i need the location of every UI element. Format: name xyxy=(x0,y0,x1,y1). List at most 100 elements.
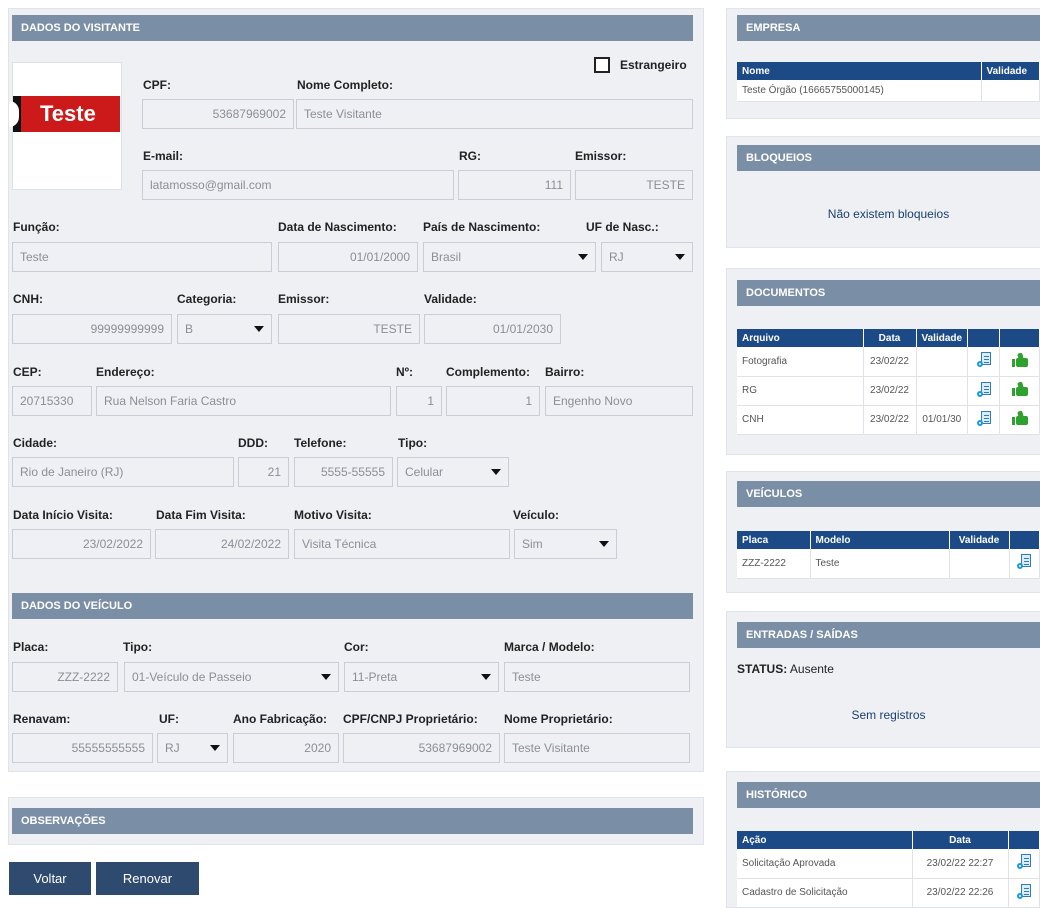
thumbs-up-icon[interactable] xyxy=(1011,410,1028,425)
estrangeiro-checkbox[interactable] xyxy=(594,57,610,73)
view-document-icon[interactable] xyxy=(1017,554,1032,570)
doc-approve-cell xyxy=(999,405,1040,435)
uf-nasc-select[interactable]: RJ xyxy=(601,242,693,272)
veiculo-uf-label: UF: xyxy=(159,712,179,726)
uf-nasc-label: UF de Nasc.: xyxy=(586,220,659,234)
historico-table: Ação Data Solicitação Aprovada 23/02/22 … xyxy=(737,831,1040,908)
view-document-icon[interactable] xyxy=(976,381,991,397)
renovar-button[interactable]: Renovar xyxy=(96,862,199,895)
categoria-select[interactable]: B xyxy=(177,314,272,344)
view-document-icon[interactable] xyxy=(1016,854,1031,870)
nome-prop-input[interactable]: Teste Visitante xyxy=(504,733,690,763)
visitor-header: DADOS DO VISITANTE xyxy=(12,15,693,41)
historico-header: HISTÓRICO xyxy=(737,782,1040,808)
empresa-header: EMPRESA xyxy=(737,15,1040,41)
historico-acao-cell: Cadastro de Solicitação xyxy=(737,878,913,908)
cpf-prop-input[interactable]: 53687969002 xyxy=(343,733,500,763)
cnh-emissor-input[interactable]: TESTE xyxy=(278,314,420,344)
complemento-input[interactable]: 1 xyxy=(446,386,540,416)
emissor-label: Emissor: xyxy=(575,149,627,163)
inicio-input[interactable]: 23/02/2022 xyxy=(12,529,151,559)
marca-input[interactable]: Teste xyxy=(504,662,690,692)
veiculo-tipo-label: Tipo: xyxy=(123,640,153,654)
cor-select[interactable]: 11-Preta xyxy=(344,662,499,692)
col-approve xyxy=(999,329,1040,347)
doc-arquivo-cell: Fotografia xyxy=(737,347,864,377)
nascimento-input[interactable]: 01/01/2000 xyxy=(278,242,418,272)
endereco-input[interactable]: Rua Nelson Faria Castro xyxy=(96,386,391,416)
bairro-input[interactable]: Engenho Novo xyxy=(545,386,693,416)
cidade-input[interactable]: Rio de Janeiro (RJ) xyxy=(12,457,234,487)
col-modelo: Modelo xyxy=(810,531,950,549)
table-row[interactable]: CNH 23/02/22 01/01/30 xyxy=(737,405,1040,435)
telefone-input[interactable]: 5555-55555 xyxy=(294,457,393,487)
table-row[interactable]: Solicitação Aprovada 23/02/22 22:27 xyxy=(737,849,1040,879)
emissor-input[interactable]: TESTE xyxy=(575,170,693,200)
numero-label: Nº: xyxy=(396,365,414,379)
cpf-input[interactable]: 53687969002 xyxy=(142,99,294,129)
bairro-label: Bairro: xyxy=(545,365,585,379)
thumbs-up-icon[interactable] xyxy=(1011,352,1028,367)
email-label: E-mail: xyxy=(143,149,184,163)
renavam-input[interactable]: 55555555555 xyxy=(12,733,153,763)
rg-input[interactable]: 111 xyxy=(458,170,571,200)
table-row[interactable]: Cadastro de Solicitação 23/02/22 22:26 xyxy=(737,878,1040,908)
inicio-label: Data Início Visita: xyxy=(13,508,113,522)
numero-input[interactable]: 1 xyxy=(396,386,442,416)
doc-data-cell: 23/02/22 xyxy=(863,405,917,435)
pais-select[interactable]: Brasil xyxy=(423,242,596,272)
funcao-input[interactable]: Teste xyxy=(12,242,272,272)
doc-validade-cell: 01/01/30 xyxy=(916,405,969,435)
veiculo-select[interactable]: Sim xyxy=(514,529,617,559)
veiculo-uf-select[interactable]: RJ xyxy=(157,733,228,763)
historico-data-cell: 23/02/22 22:26 xyxy=(912,878,1009,908)
email-input[interactable]: latamosso@gmail.com xyxy=(142,170,454,200)
table-row[interactable]: Teste Órgão (16665755000145) xyxy=(737,80,1040,102)
vehicle-header: DADOS DO VEÍCULO xyxy=(12,593,693,619)
table-row[interactable]: RG 23/02/22 xyxy=(737,376,1040,406)
view-document-icon[interactable] xyxy=(976,410,991,426)
veiculo-tipo-value: 01-Veículo de Passeio xyxy=(132,670,252,684)
col-data: Data xyxy=(912,831,1009,849)
documentos-table: Arquivo Data Validade Fotografia 23/02/2… xyxy=(737,329,1040,435)
nascimento-label: Data de Nascimento: xyxy=(278,220,397,234)
bloqueios-empty: Não existem bloqueios xyxy=(827,207,950,221)
doc-view-cell xyxy=(967,347,1001,377)
tipo-select[interactable]: Celular xyxy=(397,457,509,487)
chevron-down-icon xyxy=(481,674,491,680)
thumbs-up-icon[interactable] xyxy=(1011,381,1028,396)
uf-nasc-value: RJ xyxy=(609,250,624,264)
veiculo-tipo-select[interactable]: 01-Veículo de Passeio xyxy=(124,662,339,692)
veiculo-view-cell xyxy=(1009,549,1040,579)
validade-input[interactable]: 01/01/2030 xyxy=(424,314,561,344)
entradas-empty: Sem registros xyxy=(851,708,926,722)
complemento-label: Complemento: xyxy=(446,365,530,379)
table-row[interactable]: ZZZ-2222 Teste xyxy=(737,549,1040,579)
empresa-nome-cell: Teste Órgão (16665755000145) xyxy=(737,80,982,102)
motivo-input[interactable]: Visita Técnica xyxy=(294,529,510,559)
rg-label: RG: xyxy=(459,149,481,163)
tipo-value: Celular xyxy=(405,465,444,479)
voltar-button[interactable]: Voltar xyxy=(9,862,91,895)
view-document-icon[interactable] xyxy=(1016,883,1031,899)
veiculo-modelo-cell: Teste xyxy=(810,549,950,579)
placa-input[interactable]: ZZZ-2222 xyxy=(12,662,118,692)
veiculo-uf-value: RJ xyxy=(165,741,180,755)
bloqueios-header: BLOQUEIOS xyxy=(737,145,1040,171)
nome-label: Nome Completo: xyxy=(297,78,393,92)
veiculos-table: Placa Modelo Validade ZZZ-2222 Teste xyxy=(737,531,1040,579)
col-validade: Validade xyxy=(916,329,969,347)
chevron-down-icon xyxy=(210,745,220,751)
cnh-input[interactable]: 99999999999 xyxy=(12,314,172,344)
doc-validade-cell xyxy=(916,347,969,377)
cep-input[interactable]: 20715330 xyxy=(12,386,92,416)
fim-input[interactable]: 24/02/2022 xyxy=(155,529,289,559)
veiculo-value: Sim xyxy=(522,537,543,551)
nome-input[interactable]: Teste Visitante xyxy=(296,99,693,129)
chevron-down-icon xyxy=(675,254,685,260)
table-row[interactable]: Fotografia 23/02/22 xyxy=(737,347,1040,377)
ano-input[interactable]: 2020 xyxy=(233,733,339,763)
doc-view-cell xyxy=(967,405,1001,435)
ddd-input[interactable]: 21 xyxy=(238,457,289,487)
view-document-icon[interactable] xyxy=(976,352,991,368)
